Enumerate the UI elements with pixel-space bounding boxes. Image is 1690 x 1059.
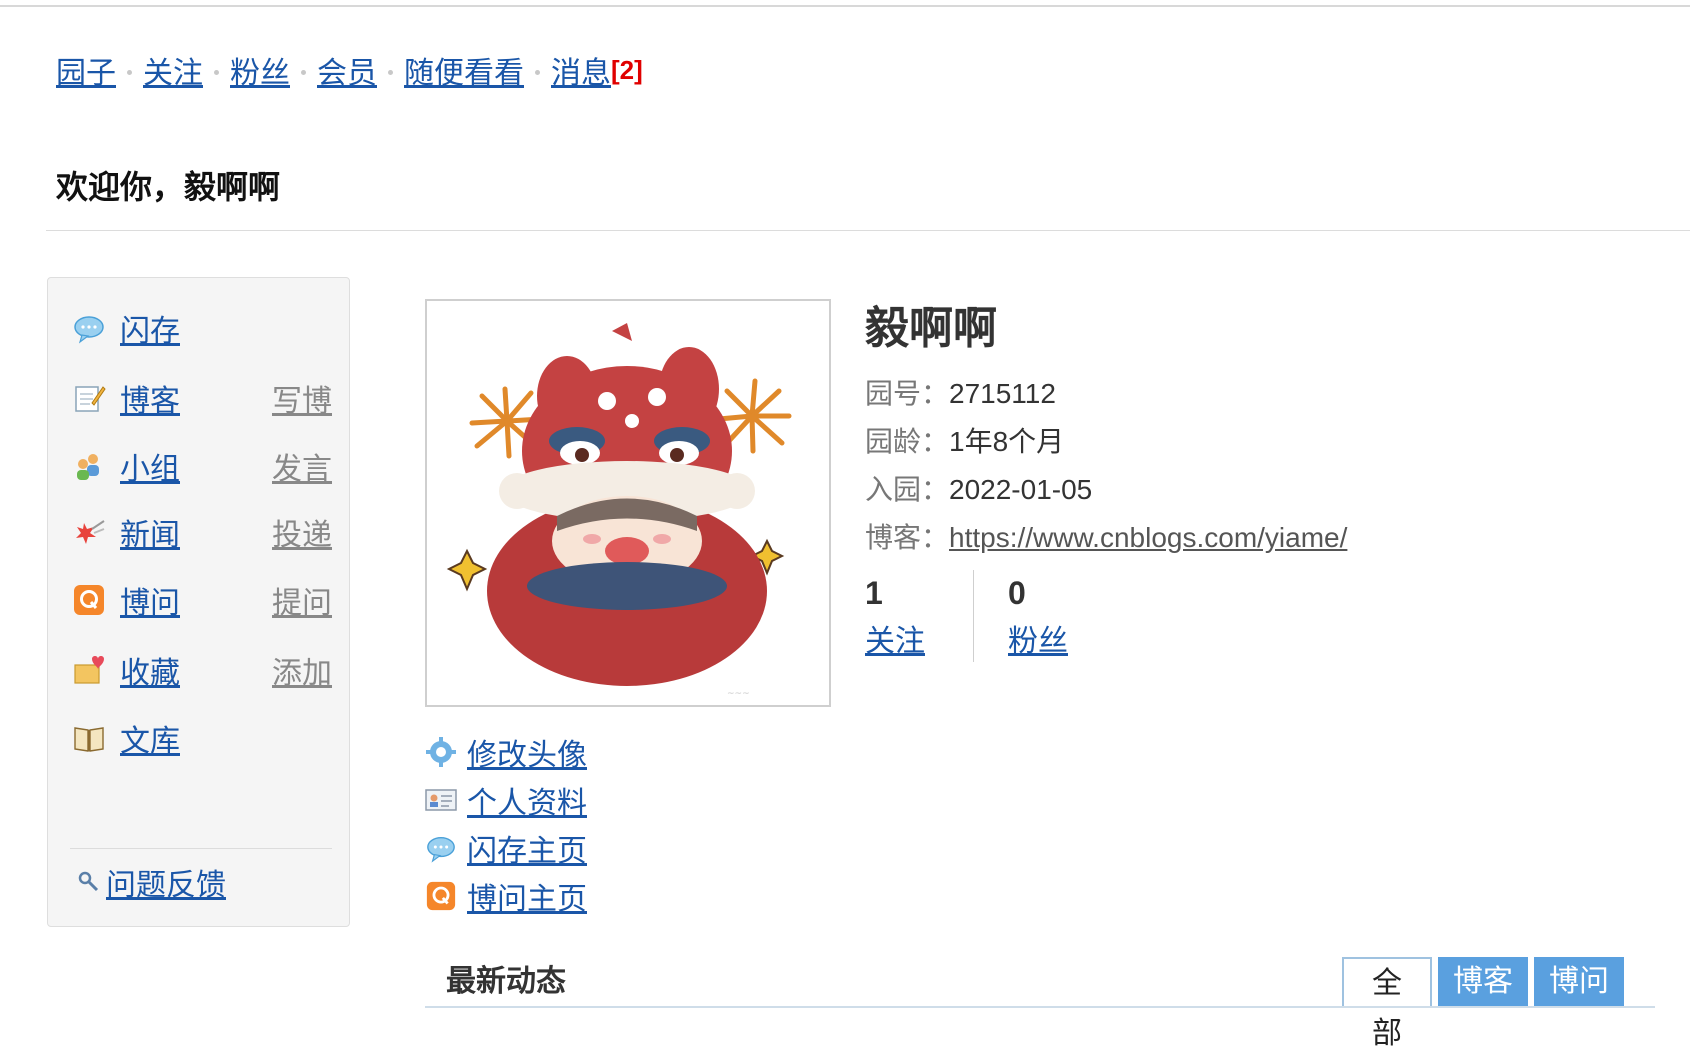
sidebar-link-write-post[interactable]: 写博 <box>272 376 332 420</box>
nav-link-membership[interactable]: 会员 <box>317 48 377 92</box>
nav-separator <box>535 69 540 75</box>
open-book-icon <box>74 727 104 752</box>
profile-blog-label: 博客： <box>865 522 950 553</box>
profile-age-row: 园龄：1年8个月 <box>865 418 1347 466</box>
activity-tabs: 全部 博客 博问 <box>1342 957 1630 1050</box>
feedback-link[interactable]: 问题反馈 <box>106 860 226 904</box>
profile-blog-url[interactable]: https://www.cnblogs.com/yiame/ <box>949 522 1347 553</box>
profile-id-label: 园号： <box>865 378 950 409</box>
chat-bubble-icon <box>74 316 104 344</box>
tab-blog[interactable]: 博客 <box>1438 957 1528 1007</box>
sidebar-item-blog: 博客 写博 <box>72 378 332 418</box>
profile-id-row: 园号：2715112 <box>865 370 1347 418</box>
welcome-heading: 欢迎你，毅啊啊 <box>56 168 281 206</box>
sidebar-item-ing: 闪存 <box>72 308 332 348</box>
avatar-action-row: 博问主页 <box>425 874 587 918</box>
avatar: ~~~ <box>425 299 831 707</box>
nav-separator <box>214 69 219 75</box>
sidebar-item-favorites: 收藏 添加 <box>72 650 332 690</box>
welcome-divider <box>46 230 1690 231</box>
sidebar-link-ing[interactable]: 闪存 <box>120 306 180 350</box>
nav-link-following[interactable]: 关注 <box>143 48 203 92</box>
avatar-image: ~~~ <box>427 301 829 705</box>
avatar-action-row: 个人资料 <box>425 778 587 822</box>
profile-joined-row: 入园：2022-01-05 <box>865 466 1347 514</box>
profile-info: 毅啊啊 园号：2715112 园龄：1年8个月 入园：2022-01-05 博客… <box>865 292 1347 562</box>
nav-link-messages[interactable]: 消息 <box>551 48 611 92</box>
chat-bubble-icon <box>427 836 455 863</box>
avatar-action-row: 修改头像 <box>425 730 587 774</box>
profile-id-value: 2715112 <box>949 378 1056 409</box>
sidebar: 闪存 博客 写博 小组 发言 新闻 投递 博问 提问 收藏 添加 文库 问题反馈 <box>47 277 350 927</box>
notepad-pencil-icon <box>75 386 106 412</box>
q-badge-icon <box>74 585 104 615</box>
activity-divider <box>425 1006 1655 1008</box>
news-burst-icon <box>76 520 105 544</box>
sidebar-item-group: 小组 发言 <box>72 446 332 486</box>
avatar-actions: 修改头像 个人资料 闪存主页 博问主页 <box>425 730 587 922</box>
top-divider <box>0 5 1690 7</box>
sidebar-link-group[interactable]: 小组 <box>120 444 180 488</box>
sidebar-link-ask-question[interactable]: 提问 <box>272 578 332 622</box>
nav-separator <box>127 69 132 75</box>
profile-age-value: 1年8个月 <box>949 426 1065 457</box>
sidebar-link-library[interactable]: 文库 <box>120 716 180 760</box>
group-people-icon <box>77 454 99 480</box>
avatar-action-row: 闪存主页 <box>425 826 587 870</box>
id-card-icon <box>425 789 457 811</box>
edit-avatar-link[interactable]: 修改头像 <box>467 730 587 774</box>
profile-name: 毅啊啊 <box>865 303 997 354</box>
followers-link[interactable]: 粉丝 <box>1008 625 1068 658</box>
nav-link-garden[interactable]: 园子 <box>56 48 116 92</box>
sidebar-feedback: 问题反馈 <box>78 860 226 904</box>
sidebar-link-post-comment[interactable]: 发言 <box>272 444 332 488</box>
sidebar-item-question: 博问 提问 <box>72 580 332 620</box>
sidebar-link-submit-news[interactable]: 投递 <box>272 510 332 554</box>
profile-blog-row: 博客：https://www.cnblogs.com/yiame/ <box>865 514 1347 562</box>
following-count: 1 <box>865 575 883 611</box>
sidebar-item-news: 新闻 投递 <box>72 512 332 552</box>
nav-link-followers[interactable]: 粉丝 <box>230 48 290 92</box>
svg-text:~~~: ~~~ <box>727 689 750 699</box>
tab-all[interactable]: 全部 <box>1342 957 1432 1050</box>
follow-stats: 1 关注 0 粉丝 <box>865 570 1116 662</box>
profile-age-label: 园龄： <box>865 426 950 457</box>
sidebar-link-blog[interactable]: 博客 <box>120 376 180 420</box>
profile-joined-label: 入园： <box>865 474 950 505</box>
tab-question[interactable]: 博问 <box>1534 957 1624 1007</box>
stats-divider <box>973 570 974 662</box>
activity-title: 最新动态 <box>446 964 566 999</box>
sidebar-link-add-favorite[interactable]: 添加 <box>272 648 332 692</box>
heart-folder-icon <box>74 656 104 684</box>
wrench-icon <box>78 871 99 892</box>
profile-info-link[interactable]: 个人资料 <box>467 778 587 822</box>
message-count-badge: [2] <box>611 54 643 85</box>
following-stat: 1 关注 <box>865 570 973 662</box>
nav-separator <box>301 69 306 75</box>
following-link[interactable]: 关注 <box>865 625 925 658</box>
sidebar-divider <box>70 848 332 849</box>
followers-count: 0 <box>1008 575 1026 611</box>
q-badge-icon <box>426 881 456 911</box>
nav-link-browse[interactable]: 随便看看 <box>404 48 524 92</box>
sidebar-link-question[interactable]: 博问 <box>120 578 180 622</box>
top-nav: 园子 关注 粉丝 会员 随便看看 消息 [2] <box>56 48 643 92</box>
sidebar-item-library: 文库 <box>72 718 332 758</box>
profile-joined-value: 2022-01-05 <box>949 474 1093 505</box>
question-home-link[interactable]: 博问主页 <box>467 874 587 918</box>
ing-home-link[interactable]: 闪存主页 <box>467 826 587 870</box>
gear-icon <box>426 737 456 767</box>
sidebar-link-news[interactable]: 新闻 <box>120 510 180 554</box>
sidebar-link-favorites[interactable]: 收藏 <box>120 648 180 692</box>
followers-stat: 0 粉丝 <box>1008 570 1116 662</box>
nav-separator <box>388 69 393 75</box>
